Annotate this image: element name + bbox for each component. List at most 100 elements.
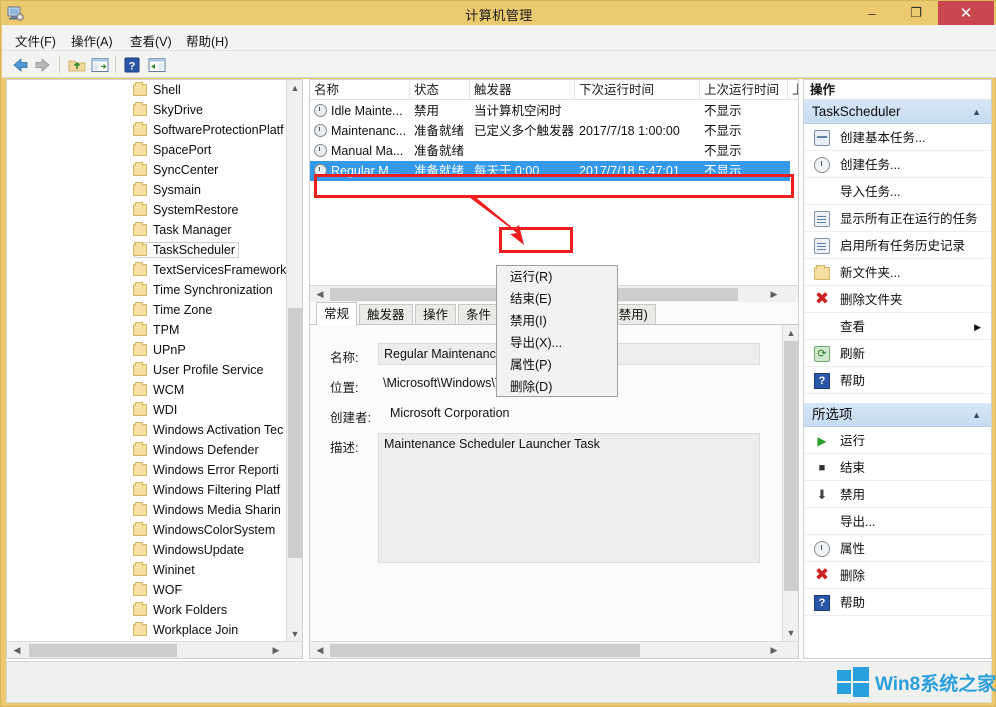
tree-item[interactable]: Work Folders (7, 600, 287, 620)
tree-item[interactable]: Task Manager (7, 220, 287, 240)
tab-2[interactable]: 操作 (415, 304, 456, 325)
action-item[interactable]: ✖删除文件夹 (804, 287, 991, 313)
forward-icon[interactable] (33, 55, 53, 75)
value-task-description[interactable]: Maintenance Scheduler Launcher Task (378, 433, 760, 563)
tree-item[interactable]: SpacePort (7, 140, 287, 160)
tree-item[interactable]: WindowsColorSystem (7, 520, 287, 540)
detail-hscroll-thumb[interactable] (330, 644, 640, 657)
tree-item[interactable]: Workplace Join (7, 620, 287, 640)
menu-file[interactable]: 文件(F) (11, 29, 60, 52)
action-item[interactable]: 显示所有正在运行的任务 (804, 206, 991, 232)
task-row[interactable]: Manual Ma...准备就绪不显示 (310, 141, 790, 161)
detail-vertical-scrollbar[interactable]: ▲ ▼ (782, 325, 798, 641)
tree-item[interactable]: Time Zone (7, 300, 287, 320)
context-menu-item[interactable]: 运行(R) (497, 266, 617, 288)
tree-item[interactable]: Windows Media Sharin (7, 500, 287, 520)
task-context-menu[interactable]: 运行(R)结束(E)禁用(I)导出(X)...属性(P)删除(D) (496, 265, 618, 397)
task-row[interactable]: Maintenanc...准备就绪已定义多个触发器2017/7/18 1:00:… (310, 121, 790, 141)
detail-scroll-down-icon[interactable]: ▼ (783, 625, 799, 641)
tree-item[interactable]: Windows Defender (7, 440, 287, 460)
task-column-header[interactable]: 下次运行时间 (575, 80, 700, 100)
tree-item[interactable]: WCM (7, 380, 287, 400)
action-item[interactable]: ?帮助 (804, 368, 991, 394)
action-item[interactable]: 创建任务... (804, 152, 991, 178)
tree-item[interactable]: Sysmain (7, 180, 287, 200)
task-column-header[interactable]: 上 (788, 80, 798, 100)
detail-scroll-thumb[interactable] (784, 341, 798, 591)
tree-scroll-down-icon[interactable]: ▼ (287, 626, 303, 642)
tree-scroll-right-icon[interactable]: ▶ (268, 642, 284, 658)
action-item[interactable]: 查看▶ (804, 314, 991, 340)
up-folder-icon[interactable] (67, 55, 87, 75)
tree-item[interactable]: WindowsUpdate (7, 540, 287, 560)
detail-scroll-left-icon[interactable]: ◀ (312, 642, 328, 658)
tree-scroll-thumb[interactable] (288, 308, 302, 558)
action-item[interactable]: ⟳刷新 (804, 341, 991, 367)
action-item[interactable]: ?帮助 (804, 590, 991, 616)
close-button[interactable]: ✕ (938, 1, 994, 25)
tree-item[interactable]: Windows Activation Tec (7, 420, 287, 440)
tree-scroll-left-icon[interactable]: ◀ (9, 642, 25, 658)
context-menu-item[interactable]: 属性(P) (497, 354, 617, 376)
tree-horizontal-scrollbar[interactable]: ◀ ▶ (7, 641, 302, 658)
tree-item[interactable]: WOF (7, 580, 287, 600)
actions-group-title[interactable]: 所选项▲ (804, 403, 991, 427)
tree-item[interactable]: SkyDrive (7, 100, 287, 120)
tree-item[interactable]: SyncCenter (7, 160, 287, 180)
tree-item[interactable]: Windows Error Reporti (7, 460, 287, 480)
tree-item[interactable]: User Profile Service (7, 360, 287, 380)
tree-vertical-scrollbar[interactable]: ▲ ▼ (286, 80, 302, 642)
action-item[interactable]: ■结束 (804, 455, 991, 481)
show-action-pane-icon[interactable] (147, 55, 167, 75)
folder-tree[interactable]: ShellSkyDriveSoftwareProtectionPlatfSpac… (7, 80, 287, 642)
actions-group-title[interactable]: TaskScheduler▲ (804, 100, 991, 124)
tasklist-scroll-left-icon[interactable]: ◀ (312, 286, 328, 302)
context-menu-item[interactable]: 结束(E) (497, 288, 617, 310)
action-item[interactable]: 导出... (804, 509, 991, 535)
tree-item[interactable]: SoftwareProtectionPlatf (7, 120, 287, 140)
detail-scroll-right-icon[interactable]: ▶ (766, 642, 782, 658)
context-menu-item[interactable]: 导出(X)... (497, 332, 617, 354)
action-item[interactable]: ▶运行 (804, 428, 991, 454)
task-column-header[interactable]: 状态 (410, 80, 470, 100)
task-column-header[interactable]: 上次运行时间 (700, 80, 788, 100)
tree-item[interactable]: UPnP (7, 340, 287, 360)
tree-item[interactable]: Wininet (7, 560, 287, 580)
detail-horizontal-scrollbar[interactable]: ◀ ▶ (310, 641, 798, 658)
action-item[interactable]: 属性 (804, 536, 991, 562)
menu-view[interactable]: 查看(V) (126, 29, 176, 52)
task-row[interactable]: Idle Mainte...禁用当计算机空闲时不显示 (310, 101, 790, 121)
detail-scroll-up-icon[interactable]: ▲ (783, 325, 799, 341)
collapse-chevron-icon[interactable]: ▲ (972, 100, 981, 124)
help-icon[interactable]: ? (122, 55, 142, 75)
task-column-header[interactable]: 触发器 (470, 80, 575, 100)
task-row[interactable]: Regular M...准备就绪每天于 0:002017/7/18 5:47:0… (310, 161, 790, 181)
menu-help[interactable]: 帮助(H) (182, 29, 232, 52)
context-menu-item[interactable]: 禁用(I) (497, 310, 617, 332)
action-item[interactable]: ⬇禁用 (804, 482, 991, 508)
collapse-chevron-icon[interactable]: ▲ (972, 403, 981, 427)
action-item[interactable]: ✖删除 (804, 563, 991, 589)
tree-item[interactable]: TaskScheduler (7, 240, 287, 260)
tree-hscroll-thumb[interactable] (29, 644, 177, 657)
action-item[interactable]: 创建基本任务... (804, 125, 991, 151)
context-menu-item[interactable]: 删除(D) (497, 376, 617, 398)
minimize-button[interactable]: – (850, 1, 894, 25)
tree-item[interactable]: TPM (7, 320, 287, 340)
maximize-button[interactable]: ❐ (894, 1, 938, 25)
tree-item[interactable]: Shell (7, 80, 287, 100)
tasklist-scroll-right-icon[interactable]: ▶ (766, 286, 782, 302)
tab-3[interactable]: 条件 (458, 304, 499, 325)
tree-item[interactable]: Windows Filtering Platf (7, 480, 287, 500)
action-item[interactable]: 启用所有任务历史记录 (804, 233, 991, 259)
tree-item[interactable]: Time Synchronization (7, 280, 287, 300)
tree-scroll-up-icon[interactable]: ▲ (287, 80, 303, 96)
tree-item[interactable]: TextServicesFramework (7, 260, 287, 280)
menu-action[interactable]: 操作(A) (67, 29, 117, 52)
tab-1[interactable]: 触发器 (359, 304, 413, 325)
tree-item[interactable]: SystemRestore (7, 200, 287, 220)
tree-item[interactable]: WDI (7, 400, 287, 420)
back-icon[interactable] (10, 55, 30, 75)
show-hide-tree-icon[interactable] (90, 55, 110, 75)
tab-0[interactable]: 常规 (316, 302, 357, 326)
